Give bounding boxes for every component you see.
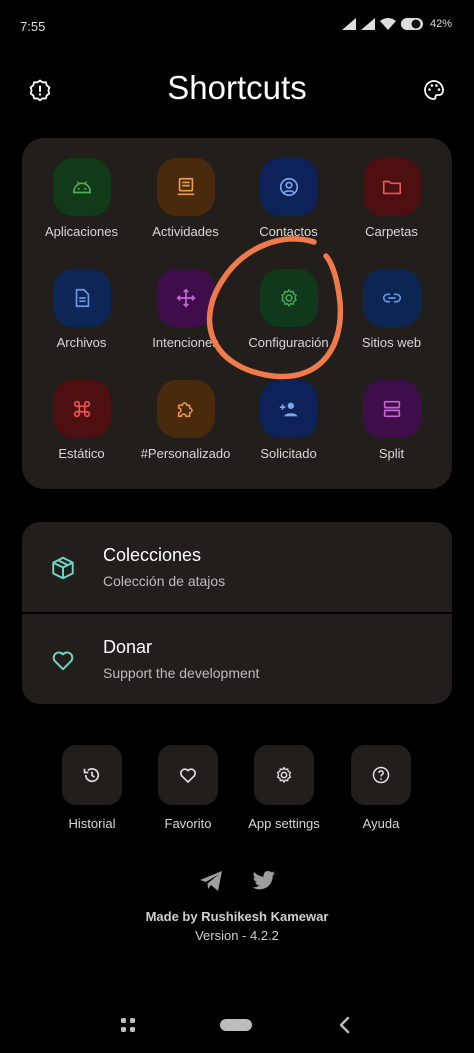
list-subtitle: Support the development xyxy=(103,665,260,681)
tile-label: Configuración xyxy=(248,335,329,350)
tile-label: #Personalizado xyxy=(140,446,231,461)
tile-label: Intenciones xyxy=(152,335,219,350)
palette-icon xyxy=(424,80,444,100)
menu-card: Colecciones Colección de atajos Donar Su… xyxy=(22,522,452,704)
signal-icon xyxy=(341,18,356,30)
help-icon xyxy=(372,766,390,784)
tile-estatico[interactable]: Estático xyxy=(28,360,135,461)
system-nav-bar xyxy=(0,1000,474,1053)
split-icon xyxy=(383,400,401,418)
twitter-icon xyxy=(252,871,275,890)
telegram-icon xyxy=(200,871,222,891)
tile-archivos[interactable]: Archivos xyxy=(28,249,135,350)
page-title: Shortcuts xyxy=(167,69,307,106)
tile-carpetas[interactable]: Carpetas xyxy=(338,138,445,239)
status-bar: 7:55 42% xyxy=(0,0,474,52)
toggle-icon xyxy=(400,18,423,30)
quick-label: Ayuda xyxy=(362,816,400,831)
tile-icon-bg xyxy=(363,269,421,327)
gear-icon xyxy=(276,766,292,783)
tile-icon-bg xyxy=(363,380,421,438)
tile-icon-bg xyxy=(157,269,215,327)
android-icon xyxy=(72,181,92,194)
package-icon xyxy=(52,556,74,580)
activity-icon xyxy=(177,177,195,196)
tile-label: Carpetas xyxy=(365,224,418,239)
tile-personalizado[interactable]: #Personalizado xyxy=(132,360,239,461)
link-icon xyxy=(382,293,402,303)
gear-icon xyxy=(281,289,297,307)
puzzle-icon xyxy=(177,402,193,418)
quick-ayuda[interactable]: Ayuda xyxy=(351,745,411,845)
list-icon xyxy=(48,553,78,583)
tile-label: Archivos xyxy=(56,335,107,350)
theme-button[interactable] xyxy=(416,72,452,108)
folder-icon xyxy=(382,180,402,195)
quick-app-settings[interactable]: App settings xyxy=(248,745,320,845)
tile-icon-bg xyxy=(53,380,111,438)
telegram-button[interactable] xyxy=(196,866,226,896)
tile-label: Sitios web xyxy=(361,335,422,350)
tile-icon-bg xyxy=(260,380,318,438)
back-button[interactable] xyxy=(334,1012,354,1038)
tile-icon-bg xyxy=(157,158,215,216)
quick-favorito[interactable]: Favorito xyxy=(158,745,218,845)
home-pill-icon xyxy=(220,1019,252,1031)
tile-intenciones[interactable]: Intenciones xyxy=(132,249,239,350)
tile-icon-bg xyxy=(157,380,215,438)
back-icon xyxy=(339,1016,350,1034)
tile-label: Actividades xyxy=(152,224,219,239)
tile-icon-bg xyxy=(363,158,421,216)
tile-icon-bg xyxy=(260,269,318,327)
account-circle-icon xyxy=(279,177,299,197)
tile-label: Split xyxy=(378,446,405,461)
tile-configuracion[interactable]: Configuración xyxy=(235,249,342,350)
version-text: Version - 4.2.2 xyxy=(195,928,279,943)
tile-label: Aplicaciones xyxy=(45,224,118,239)
status-icons: 42% xyxy=(341,18,452,30)
help-button[interactable] xyxy=(351,745,411,805)
tile-label: Estático xyxy=(58,446,105,461)
shortcut-grid: Aplicaciones Actividades Contactos Carpe… xyxy=(22,138,452,489)
app-settings-button[interactable] xyxy=(254,745,314,805)
tile-split[interactable]: Split xyxy=(338,360,445,461)
list-item-colecciones[interactable]: Colecciones Colección de atajos xyxy=(22,522,452,612)
heart-icon xyxy=(52,651,74,671)
twitter-button[interactable] xyxy=(249,866,279,896)
app-header: Shortcuts xyxy=(0,60,474,120)
history-button[interactable] xyxy=(62,745,122,805)
tile-label: Contactos xyxy=(259,224,318,239)
signal-icon xyxy=(360,18,375,30)
tile-actividades[interactable]: Actividades xyxy=(132,138,239,239)
person-add-icon xyxy=(279,402,298,417)
recents-icon xyxy=(121,1018,135,1032)
battery-level: 42% xyxy=(429,18,452,30)
intent-icon xyxy=(176,288,196,308)
tile-sitios-web[interactable]: Sitios web xyxy=(338,249,445,350)
list-title: Colecciones xyxy=(103,545,202,565)
status-time: 7:55 xyxy=(20,19,46,34)
history-icon xyxy=(83,768,100,783)
tile-icon-bg xyxy=(260,158,318,216)
wifi-icon xyxy=(379,18,396,30)
file-icon xyxy=(75,288,90,308)
list-title: Donar xyxy=(103,637,153,657)
credits-text: Made by Rushikesh Kamewar xyxy=(145,909,329,924)
tile-icon-bg xyxy=(53,269,111,327)
tile-icon-bg xyxy=(53,158,111,216)
list-subtitle: Colección de atajos xyxy=(103,573,226,589)
recents-button[interactable] xyxy=(116,1012,140,1038)
tile-label: Solicitado xyxy=(260,446,317,461)
tile-solicitado[interactable]: Solicitado xyxy=(235,360,342,461)
tile-aplicaciones[interactable]: Aplicaciones xyxy=(28,138,135,239)
command-icon xyxy=(73,400,91,418)
tile-contactos[interactable]: Contactos xyxy=(235,138,342,239)
list-item-donar[interactable]: Donar Support the development xyxy=(22,614,452,704)
list-icon xyxy=(48,645,78,675)
favorite-button[interactable] xyxy=(158,745,218,805)
quick-historial[interactable]: Historial xyxy=(62,745,122,845)
heart-outline-icon xyxy=(180,768,196,783)
home-button[interactable] xyxy=(219,1012,253,1038)
